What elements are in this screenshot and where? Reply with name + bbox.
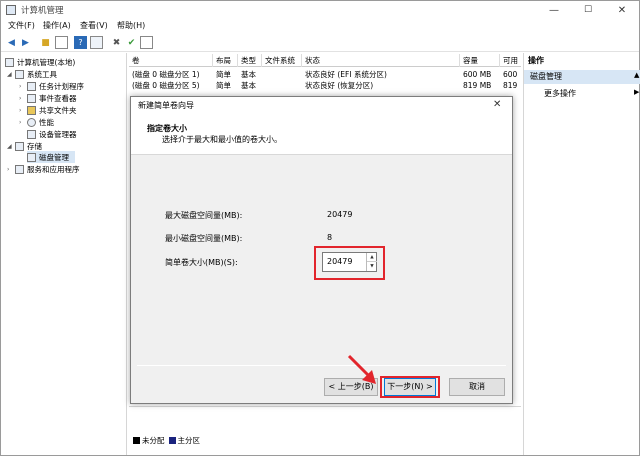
tree-item-root[interactable]: 计算机管理(本地) [5,56,75,68]
console-tree: 计算机管理(本地) ◢ 系统工具 › 任务计划程序 › 事件查看器 › 共享文件夹 › 性… [1,53,127,455]
storage-icon [15,141,24,151]
wizard-separator [137,365,506,366]
volume-free: 600 [503,70,518,79]
expand-icon[interactable]: › [19,83,27,90]
computer-icon [5,57,14,67]
services-icon [15,164,24,174]
volume-name: (磁盘 0 磁盘分区 5) [132,81,200,90]
volume-free: 819 [503,81,518,90]
divider [129,406,521,407]
menu-file[interactable]: 文件(F) [8,20,35,31]
volume-name: (磁盘 0 磁盘分区 1) [132,70,200,79]
table-row[interactable]: (磁盘 0 磁盘分区 1) 简单 基本 状态良好 (EFI 系统分区) 600 … [129,69,521,80]
check-icon[interactable]: ✔ [125,36,138,49]
column-layout[interactable]: 布局 [213,54,238,67]
expand-icon[interactable]: › [7,166,15,173]
highlight-box-next [380,376,440,398]
tree-item-disk-management[interactable]: 磁盘管理 [27,151,75,163]
console-tree-icon[interactable] [55,36,68,49]
minimize-button[interactable]: — [537,1,571,19]
volume-list-header: 卷 布局 类型 文件系统 状态 容量 可用 [129,54,521,67]
window-title: 计算机管理 [21,6,64,16]
wizard-close-icon[interactable]: ✕ [493,99,501,110]
column-filesystem[interactable]: 文件系统 [262,54,302,67]
tools-icon [15,69,24,79]
tree-item-system-tools[interactable]: ◢ 系统工具 [7,68,57,80]
legend-bar: 未分配 主分区 [129,433,521,447]
volume-capacity: 819 MB [463,81,492,90]
column-volume[interactable]: 卷 [129,54,213,67]
tree-item-services[interactable]: › 服务和应用程序 [7,163,80,175]
actions-pane: 操作 磁盘管理 ▲ 更多操作 ▶ [523,53,640,455]
forward-arrow-icon[interactable]: ▶ [19,36,32,49]
volume-status: 状态良好 (恢复分区) [305,81,374,90]
volume-layout: 简单 [216,81,231,90]
wizard-heading: 指定卷大小 [147,124,187,133]
highlight-box-size [314,246,385,280]
column-capacity[interactable]: 容量 [460,54,500,67]
tree-item-performance[interactable]: › 性能 [19,116,54,128]
title-bar: 计算机管理 — ☐ ✕ [1,1,639,19]
collapse-up-icon[interactable]: ▲ [634,71,639,79]
actions-disk-management[interactable]: 磁盘管理 [524,70,640,84]
red-pointer-arrow-icon [347,354,376,384]
volume-type: 基本 [241,70,256,79]
volume-capacity: 600 MB [463,70,492,79]
expand-icon[interactable]: › [19,107,27,114]
min-space-value: 8 [327,233,333,242]
primary-swatch [168,436,176,444]
min-space-label: 最小磁盘空间量(MB): [165,234,243,243]
wizard-title: 新建简单卷向导 [131,97,512,115]
table-row[interactable]: (磁盘 0 磁盘分区 5) 简单 基本 状态良好 (恢复分区) 819 MB 8… [129,80,521,91]
expand-icon[interactable]: › [19,95,27,102]
wizard-subheading: 选择介于最大和最小值的卷大小。 [162,135,282,144]
cancel-button[interactable]: 取消 [449,378,505,396]
volume-size-label: 简单卷大小(MB)(S): [165,258,238,267]
device-icon [27,129,36,139]
connect-icon[interactable]: ✖ [110,36,123,49]
column-free[interactable]: 可用 [500,54,521,67]
clock-icon [27,81,36,91]
help-icon[interactable]: ? [74,36,87,49]
submenu-arrow-icon[interactable]: ▶ [634,88,639,96]
folder-icon [27,105,36,115]
collapse-icon[interactable]: ◢ [7,143,15,150]
volume-filesystem [262,80,302,91]
computer-management-icon [6,5,16,15]
menu-bar: 文件(F) 操作(A) 查看(V) 帮助(H) [1,19,639,33]
list-view-icon[interactable] [140,36,153,49]
collapse-icon[interactable]: ◢ [7,71,15,78]
actions-header: 操作 [528,56,544,65]
menu-help[interactable]: 帮助(H) [117,20,145,31]
up-folder-icon[interactable]: ■ [39,36,52,49]
properties-icon[interactable] [90,36,103,49]
column-status[interactable]: 状态 [302,54,460,67]
event-log-icon [27,93,36,103]
back-arrow-icon[interactable]: ◀ [5,36,18,49]
menu-view[interactable]: 查看(V) [80,20,108,31]
tree-item-task-scheduler[interactable]: › 任务计划程序 [19,80,84,92]
volume-type: 基本 [241,81,256,90]
tree-item-device-manager[interactable]: 设备管理器 [27,128,77,140]
performance-icon [27,117,36,127]
wizard-header: 指定卷大小 选择介于最大和最小值的卷大小。 [131,115,512,155]
close-button[interactable]: ✕ [605,1,639,19]
tree-item-shared-folders[interactable]: › 共享文件夹 [19,104,77,116]
volume-layout: 简单 [216,70,231,79]
maximize-button[interactable]: ☐ [571,1,605,19]
disk-icon [27,152,36,162]
column-type[interactable]: 类型 [238,54,262,67]
expand-icon[interactable]: › [19,119,27,126]
more-actions-link[interactable]: 更多操作 [544,88,576,99]
tree-item-event-viewer[interactable]: › 事件查看器 [19,92,77,104]
volume-filesystem [262,69,302,80]
legend-primary: 主分区 [177,435,201,445]
legend-unallocated: 未分配 [142,435,165,445]
unallocated-swatch [133,436,140,444]
menu-action[interactable]: 操作(A) [43,20,71,31]
toolbar: ◀ ▶ ■ ? ✖ ✔ [1,34,639,52]
volume-status: 状态良好 (EFI 系统分区) [305,70,387,79]
max-space-label: 最大磁盘空间量(MB): [165,211,243,220]
max-space-value: 20479 [327,210,353,219]
